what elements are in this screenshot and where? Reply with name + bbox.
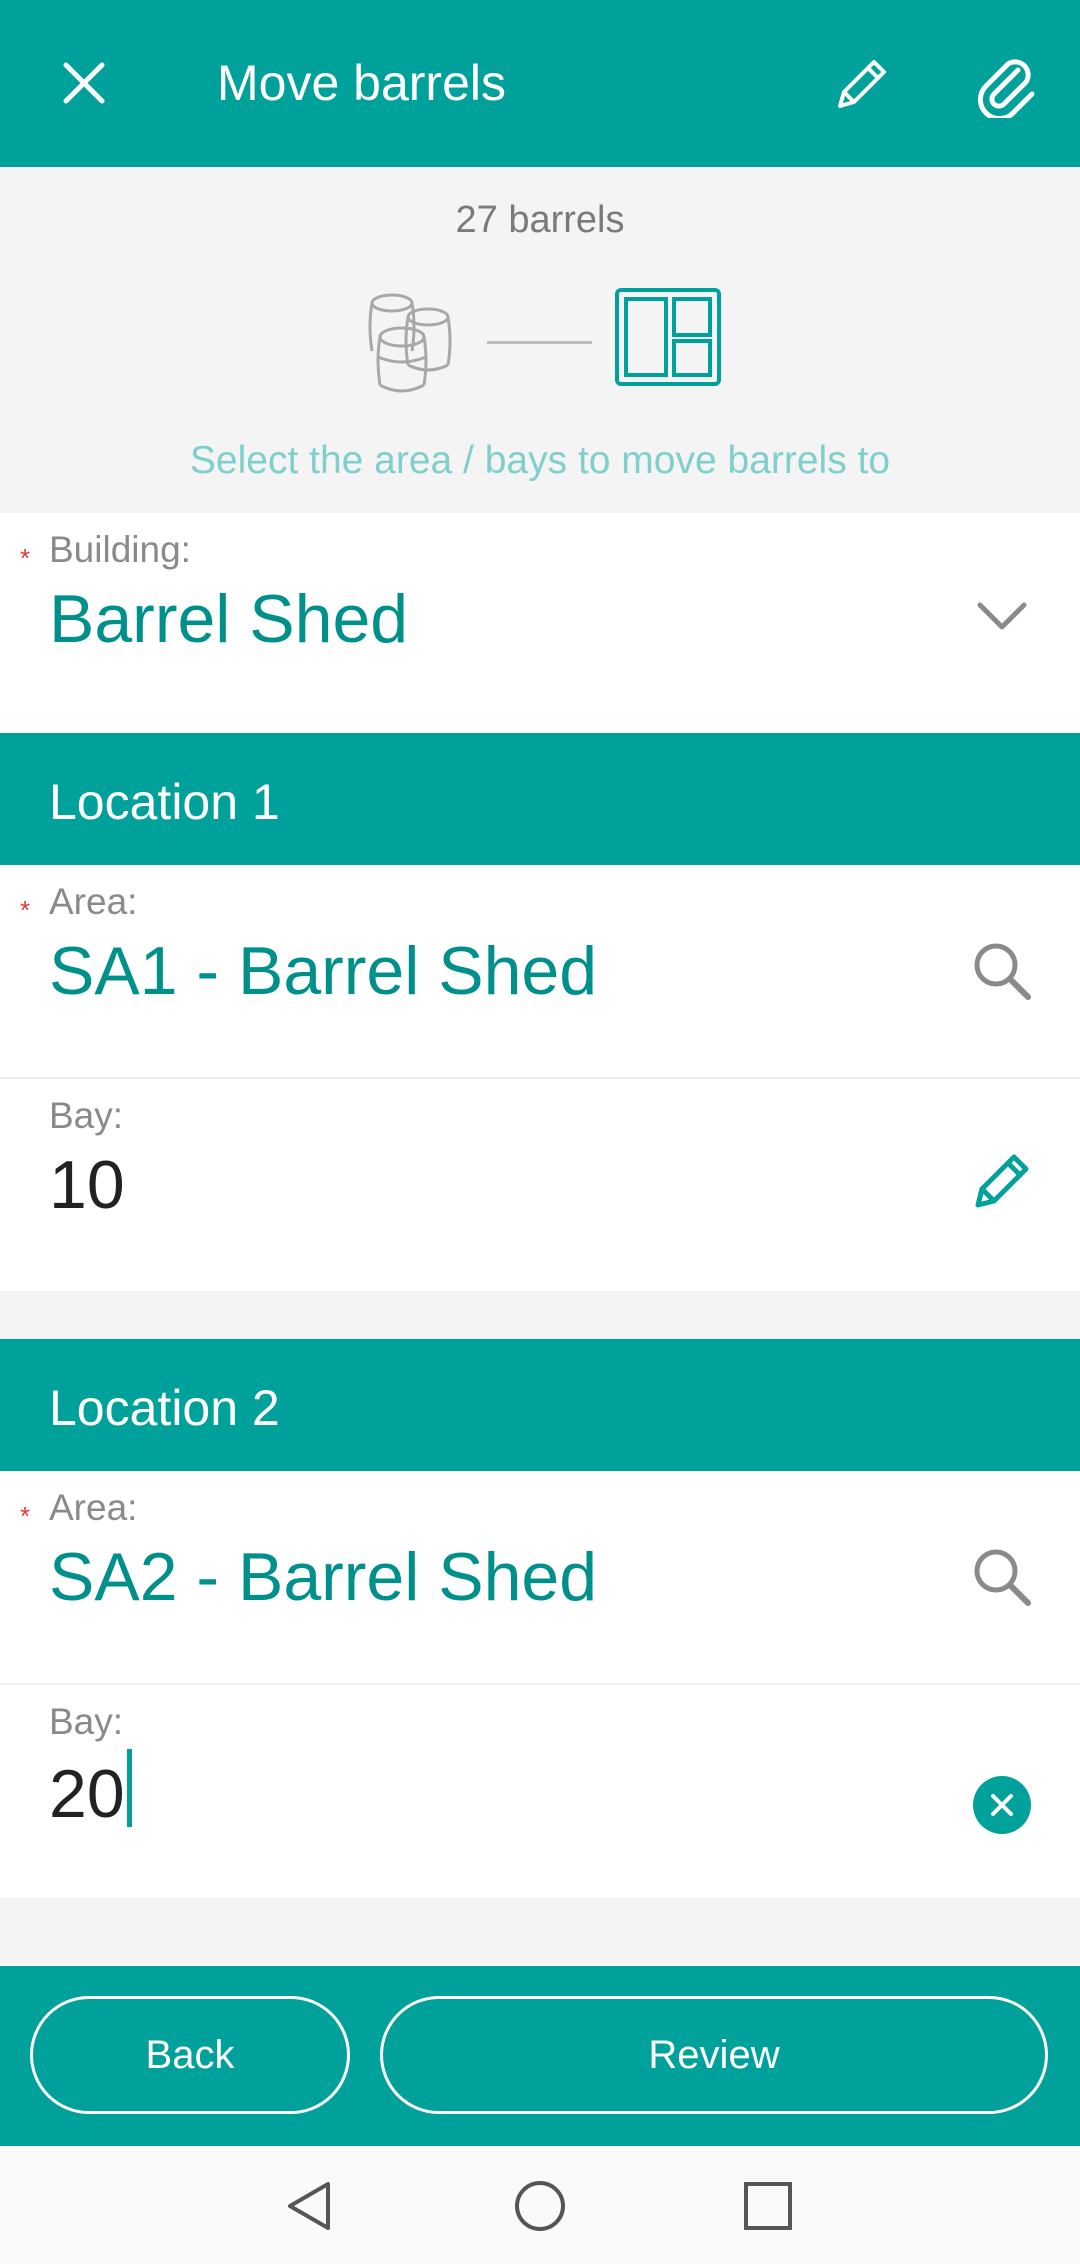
required-mark: * [20,543,31,573]
area-label: Area: [49,881,138,922]
area-label: Area: [49,1487,138,1528]
location-1-bay-edit-button[interactable] [964,1143,1040,1219]
location-1-area-search-button[interactable] [964,933,1040,1009]
attach-button[interactable] [966,44,1046,124]
location-2-bay-input[interactable]: 20 [49,1749,132,1836]
location-1-header: Location 1 [0,733,1080,865]
circle-home-icon [515,2181,565,2231]
building-field[interactable]: * Building: Barrel Shed [0,513,1080,733]
barrel-count: 27 barrels [455,199,625,241]
location-2-bay-value: 20 [49,1756,125,1832]
location-2-area-field[interactable]: * Area: SA2 - Barrel Shed [0,1471,1080,1685]
location-2-header: Location 2 [0,1339,1080,1471]
chevron-down-icon [977,602,1027,630]
move-summary: 27 barrels Select the area / bays to mov… [0,167,1080,513]
nav-back-button[interactable] [272,2168,348,2244]
pencil-icon [975,1154,1029,1208]
system-nav-bar [0,2146,1080,2264]
barrels-icon [368,293,452,393]
search-icon [974,943,1031,1000]
move-hint: Select the area / bays to move barrels t… [189,439,891,482]
location-2-bay-clear-button[interactable] [964,1767,1040,1843]
required-mark: * [20,895,31,925]
pencil-icon [838,60,886,108]
location-1-bay-field[interactable]: Bay: 10 [0,1079,1080,1291]
location-2-bay-field[interactable]: Bay: 20 [0,1685,1080,1897]
location-1-area-field[interactable]: * Area: SA1 - Barrel Shed [0,865,1080,1079]
bays-icon [615,288,721,386]
close-icon [63,62,105,104]
nav-recents-button[interactable] [730,2168,806,2244]
search-icon [974,1549,1031,1606]
page-title: Move barrels [217,55,506,111]
paperclip-icon [977,59,1035,118]
location-1-bay-value: 10 [49,1147,125,1223]
required-mark: * [20,1501,31,1531]
edit-button[interactable] [822,44,902,124]
connector-line [487,341,592,344]
clear-icon [973,1776,1031,1834]
building-dropdown-toggle[interactable] [964,579,1040,655]
square-recents-icon [744,2182,792,2230]
triangle-back-icon [288,2182,330,2230]
review-button[interactable]: Review [380,1996,1048,2114]
app-bar: Move barrels [0,0,1080,167]
building-value: Barrel Shed [49,581,409,657]
location-2-area-value: SA2 - Barrel Shed [49,1539,598,1615]
location-2-title: Location 2 [49,1380,280,1436]
bay-label: Bay: [49,1701,124,1742]
bay-label: Bay: [49,1095,124,1136]
nav-home-button[interactable] [502,2168,578,2244]
footer-actions: Back Review [0,1966,1080,2146]
location-1-title: Location 1 [49,774,280,830]
close-button[interactable] [48,47,120,119]
building-label: Building: [49,529,191,570]
text-cursor [126,1749,132,1827]
location-2-area-search-button[interactable] [964,1539,1040,1615]
back-button[interactable]: Back [30,1996,350,2114]
location-1-area-value: SA1 - Barrel Shed [49,933,598,1009]
